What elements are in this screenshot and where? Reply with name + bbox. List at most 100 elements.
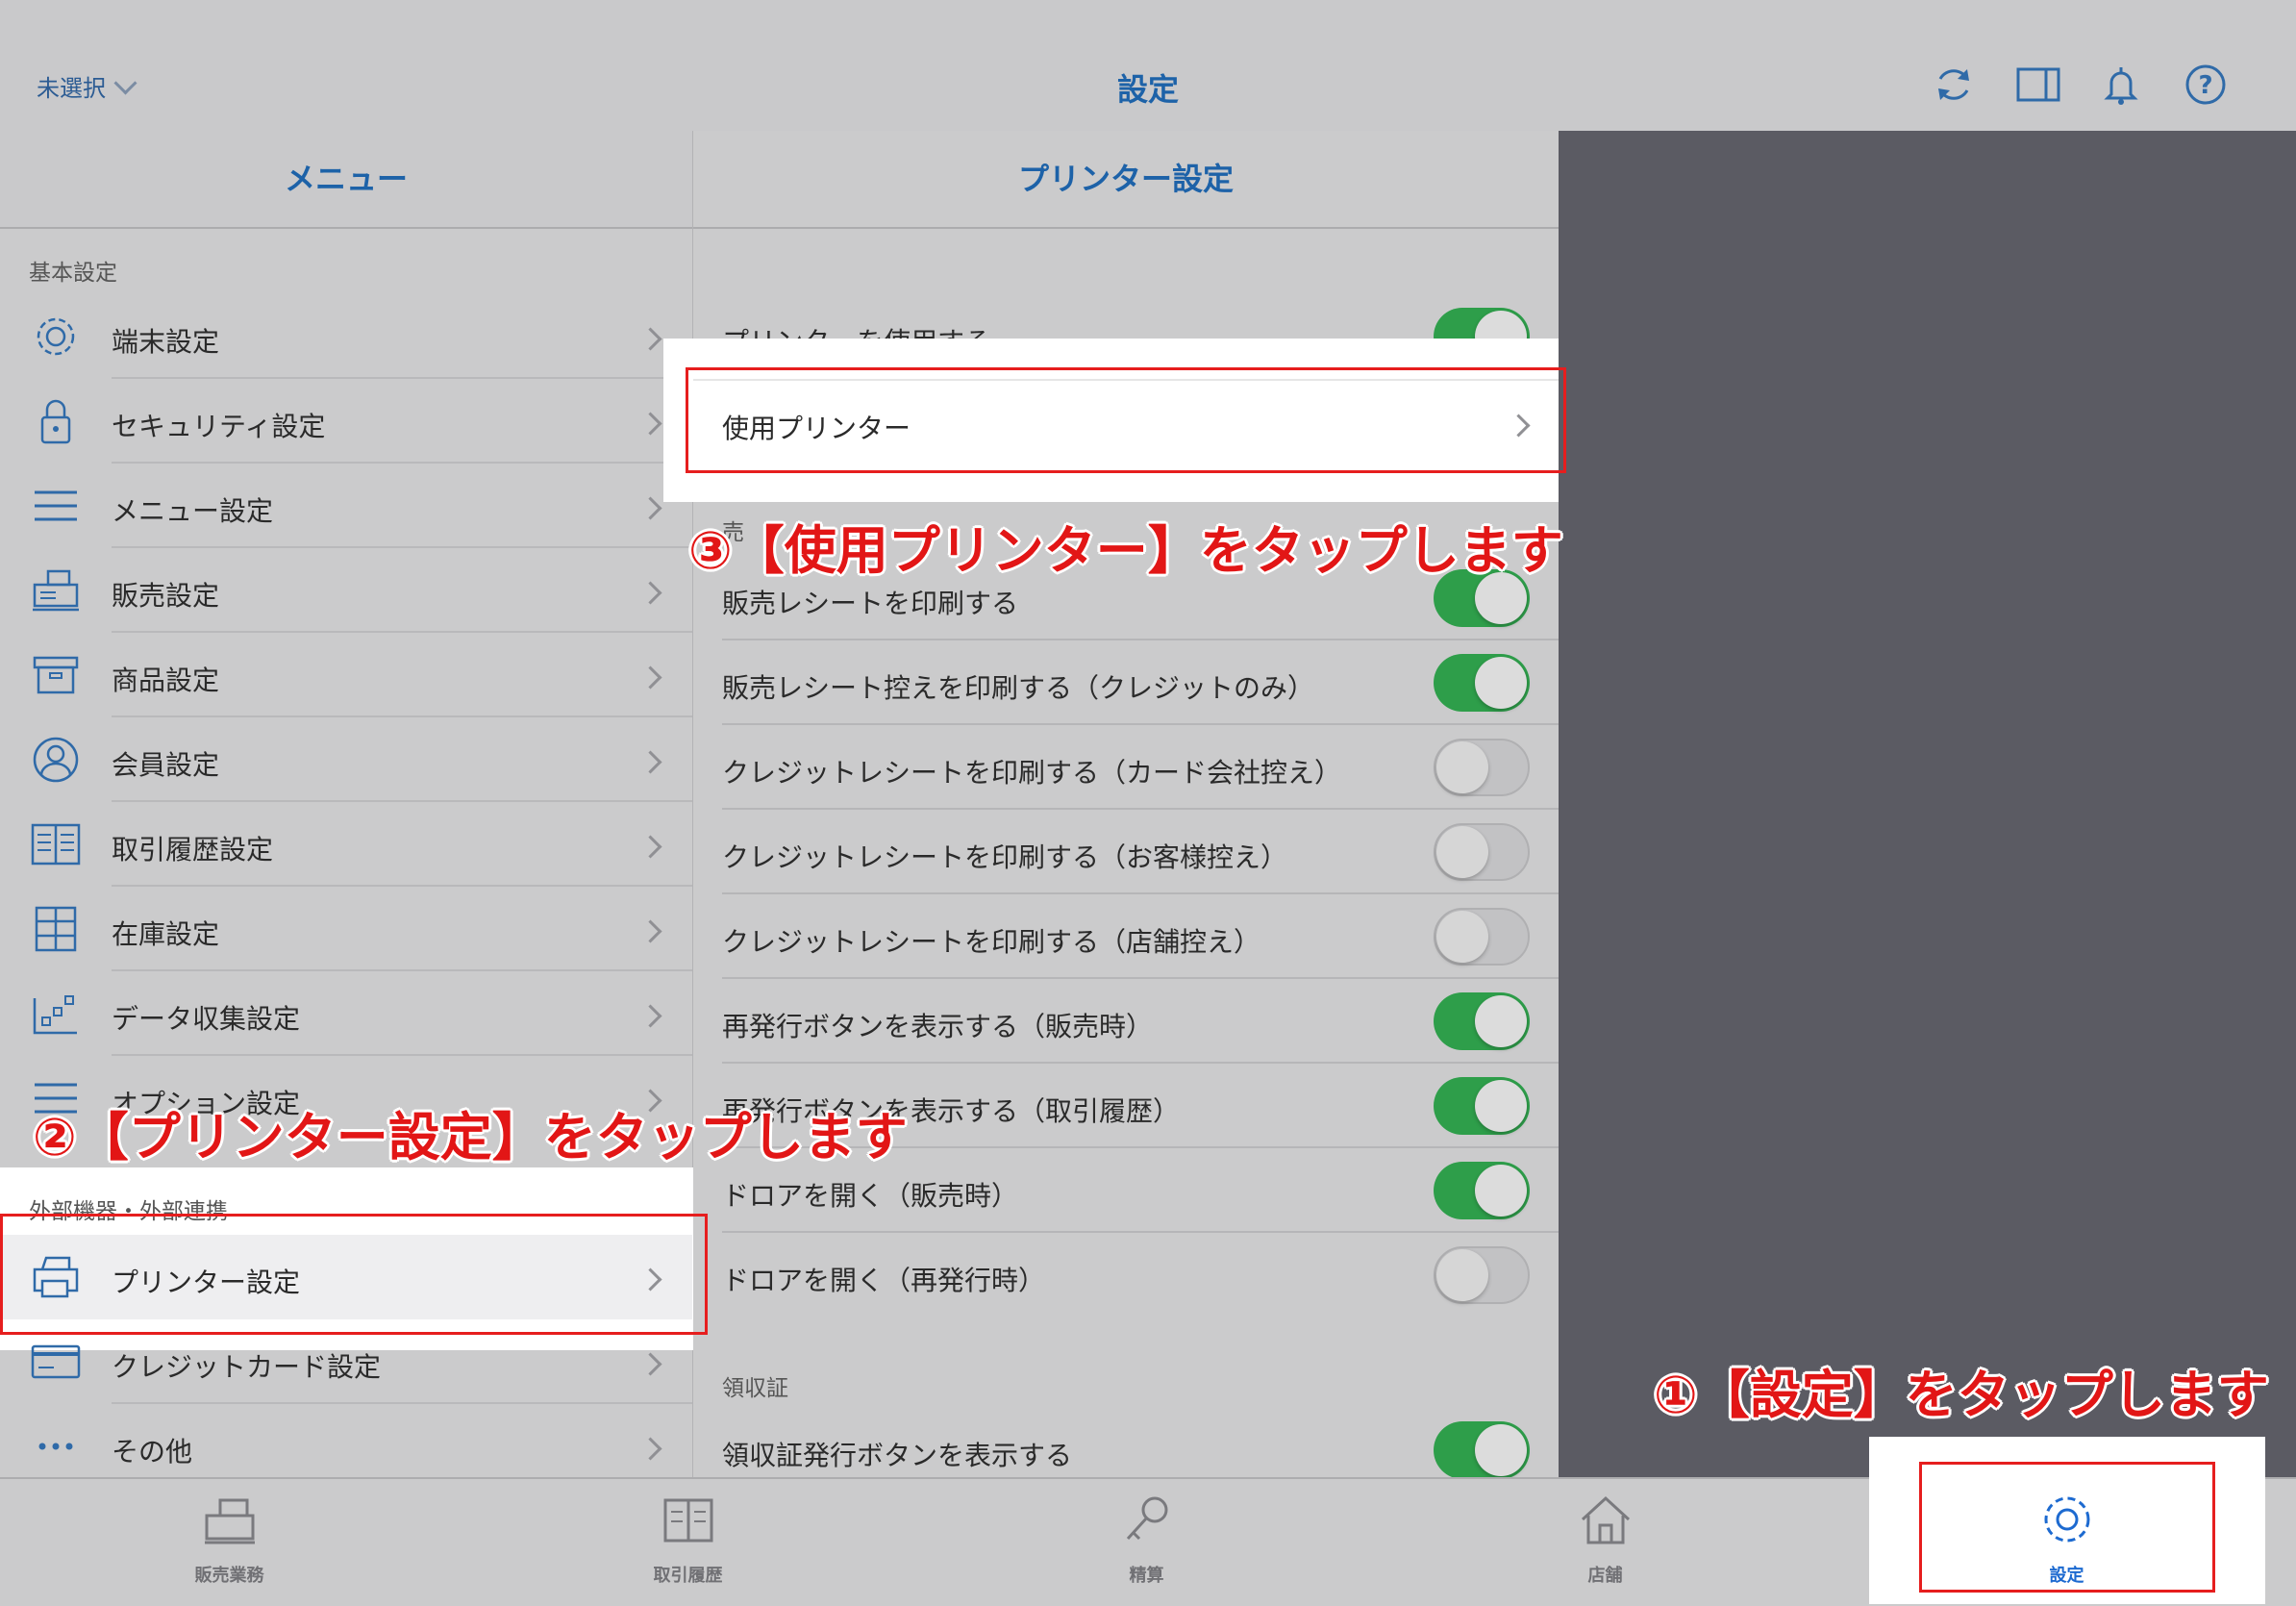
setting-toggle[interactable] (1434, 823, 1530, 881)
page-title: 設定 (1116, 71, 1179, 108)
shelf-icon (35, 906, 77, 952)
detail-placeholder-area (1559, 131, 2296, 1477)
tab-label: 精算 (1129, 1566, 1164, 1586)
chevron-right-icon (638, 1352, 662, 1376)
menu-column-title: メニュー (0, 131, 692, 229)
box-icon (33, 656, 79, 694)
highlight-box-step3 (686, 367, 1566, 473)
toggle-knob (1475, 1165, 1527, 1217)
chevron-right-icon (638, 750, 662, 774)
setting-label: 販売レシート控えを印刷する（クレジットのみ） (722, 672, 1315, 704)
menu-item-security[interactable]: セキュリティ設定 (0, 379, 692, 464)
toggle-knob (1436, 741, 1488, 793)
menu-item-label: クレジットカード設定 (112, 1351, 382, 1383)
setting-row: 販売レシート控えを印刷する（クレジットのみ） (693, 640, 1559, 725)
menu-item-members[interactable]: 会員設定 (0, 717, 692, 802)
menu-item-history[interactable]: 取引履歴設定 (0, 802, 692, 887)
setting-label: 販売レシートを印刷する (722, 588, 1019, 619)
setting-receipt-button: 領収証発行ボタンを表示する (693, 1408, 1559, 1477)
chevron-down-icon (113, 71, 137, 95)
setting-label: クレジットレシートを印刷する（お客様控え） (722, 841, 1288, 873)
menu-item-other[interactable]: その他 (0, 1404, 692, 1489)
highlight-box-step1 (1919, 1462, 2215, 1593)
setting-label: ドロアを開く（再発行時） (722, 1265, 1046, 1296)
setting-toggle[interactable] (1434, 739, 1530, 796)
toggle-knob (1475, 995, 1527, 1047)
lock-icon (40, 399, 71, 444)
tab-store[interactable]: 店舗 (1376, 1477, 1834, 1604)
setting-row: クレジットレシートを印刷する（カード会社控え） (693, 725, 1559, 810)
setting-toggle[interactable] (1434, 654, 1530, 712)
toggle-knob (1475, 1424, 1527, 1476)
bell-icon[interactable] (2098, 62, 2144, 108)
setting-row: 再発行ボタンを表示する（販売時） (693, 979, 1559, 1064)
tab-sales[interactable]: 販売業務 (0, 1477, 459, 1604)
toggle-knob (1436, 1249, 1488, 1301)
tab-label: 取引履歴 (653, 1566, 723, 1586)
chevron-right-icon (638, 327, 662, 351)
store-selector-label: 未選択 (37, 75, 106, 102)
setting-label: 再発行ボタンを表示する（販売時） (722, 1011, 1154, 1042)
credit-card-icon (31, 1344, 81, 1379)
person-icon (33, 737, 79, 783)
list-icon (35, 490, 77, 521)
chevron-right-icon (638, 919, 662, 943)
chevron-right-icon (638, 496, 662, 520)
store-selector[interactable]: 未選択 (37, 69, 137, 103)
menu-item-label: 端末設定 (112, 326, 220, 358)
menu-item-sales[interactable]: 販売設定 (0, 548, 692, 633)
refresh-icon[interactable] (1931, 62, 1977, 108)
menu-item-label: セキュリティ設定 (112, 411, 326, 442)
menu-item-label: その他 (112, 1436, 193, 1468)
data-icon (33, 995, 77, 1035)
svg-text:?: ? (2198, 71, 2212, 100)
register-icon (204, 1498, 255, 1544)
setting-label: クレジットレシートを印刷する（店舗控え） (722, 926, 1261, 958)
toggle-knob (1475, 1080, 1527, 1132)
setting-toggle[interactable] (1434, 908, 1530, 966)
setting-toggle[interactable] (1434, 1421, 1530, 1477)
tab-settlement[interactable]: 精算 (917, 1477, 1376, 1604)
book-icon (31, 823, 81, 866)
setting-toggle[interactable] (1434, 1077, 1530, 1135)
menu-item-label: 販売設定 (112, 580, 220, 612)
tab-label: 店舗 (1587, 1566, 1623, 1586)
setting-toggle[interactable] (1434, 1246, 1530, 1304)
split-view-icon[interactable] (2015, 62, 2061, 108)
key-icon (1126, 1496, 1167, 1541)
toggle-knob (1436, 826, 1488, 878)
annotation-step2: ②【プリンター設定】をタップします (33, 1107, 908, 1167)
setting-label: ドロアを開く（販売時） (722, 1180, 1019, 1212)
menu-item-products[interactable]: 商品設定 (0, 633, 692, 717)
gear-icon (37, 317, 75, 356)
chevron-right-icon (638, 1004, 662, 1028)
menu-item-data-collection[interactable]: データ収集設定 (0, 971, 692, 1056)
help-icon[interactable]: ? (2183, 62, 2229, 108)
menu-item-label: 会員設定 (112, 749, 220, 781)
setting-toggle[interactable] (1434, 1162, 1530, 1219)
chevron-right-icon (638, 412, 662, 436)
highlight-box-step2 (0, 1214, 708, 1335)
chevron-right-icon (638, 665, 662, 690)
menu-item-terminal[interactable]: 端末設定 (0, 294, 692, 379)
tab-label: 販売業務 (194, 1566, 264, 1586)
setting-row: クレジットレシートを印刷する（お客様控え） (693, 810, 1559, 894)
chevron-right-icon (638, 835, 662, 859)
menu-item-inventory[interactable]: 在庫設定 (0, 887, 692, 971)
more-icon (38, 1443, 73, 1450)
tab-history[interactable]: 取引履歴 (459, 1477, 917, 1604)
setting-toggle[interactable] (1434, 992, 1530, 1050)
menu-item-label: メニュー設定 (112, 495, 274, 527)
menu-item-menu[interactable]: メニュー設定 (0, 464, 692, 548)
chevron-right-icon (638, 581, 662, 605)
toggle-knob (1475, 657, 1527, 709)
toggle-knob (1436, 911, 1488, 963)
setting-label: 領収証発行ボタンを表示する (722, 1440, 1073, 1471)
section-label-basic: 基本設定 (29, 261, 117, 286)
printer-settings-title: プリンター設定 (693, 131, 1559, 229)
menu-item-label: データ収集設定 (112, 1003, 301, 1035)
setting-row: ドロアを開く（再発行時） (693, 1233, 1559, 1317)
register-icon (33, 569, 79, 612)
menu-item-label: 取引履歴設定 (112, 834, 274, 866)
section-label-receipt: 領収証 (722, 1376, 788, 1401)
